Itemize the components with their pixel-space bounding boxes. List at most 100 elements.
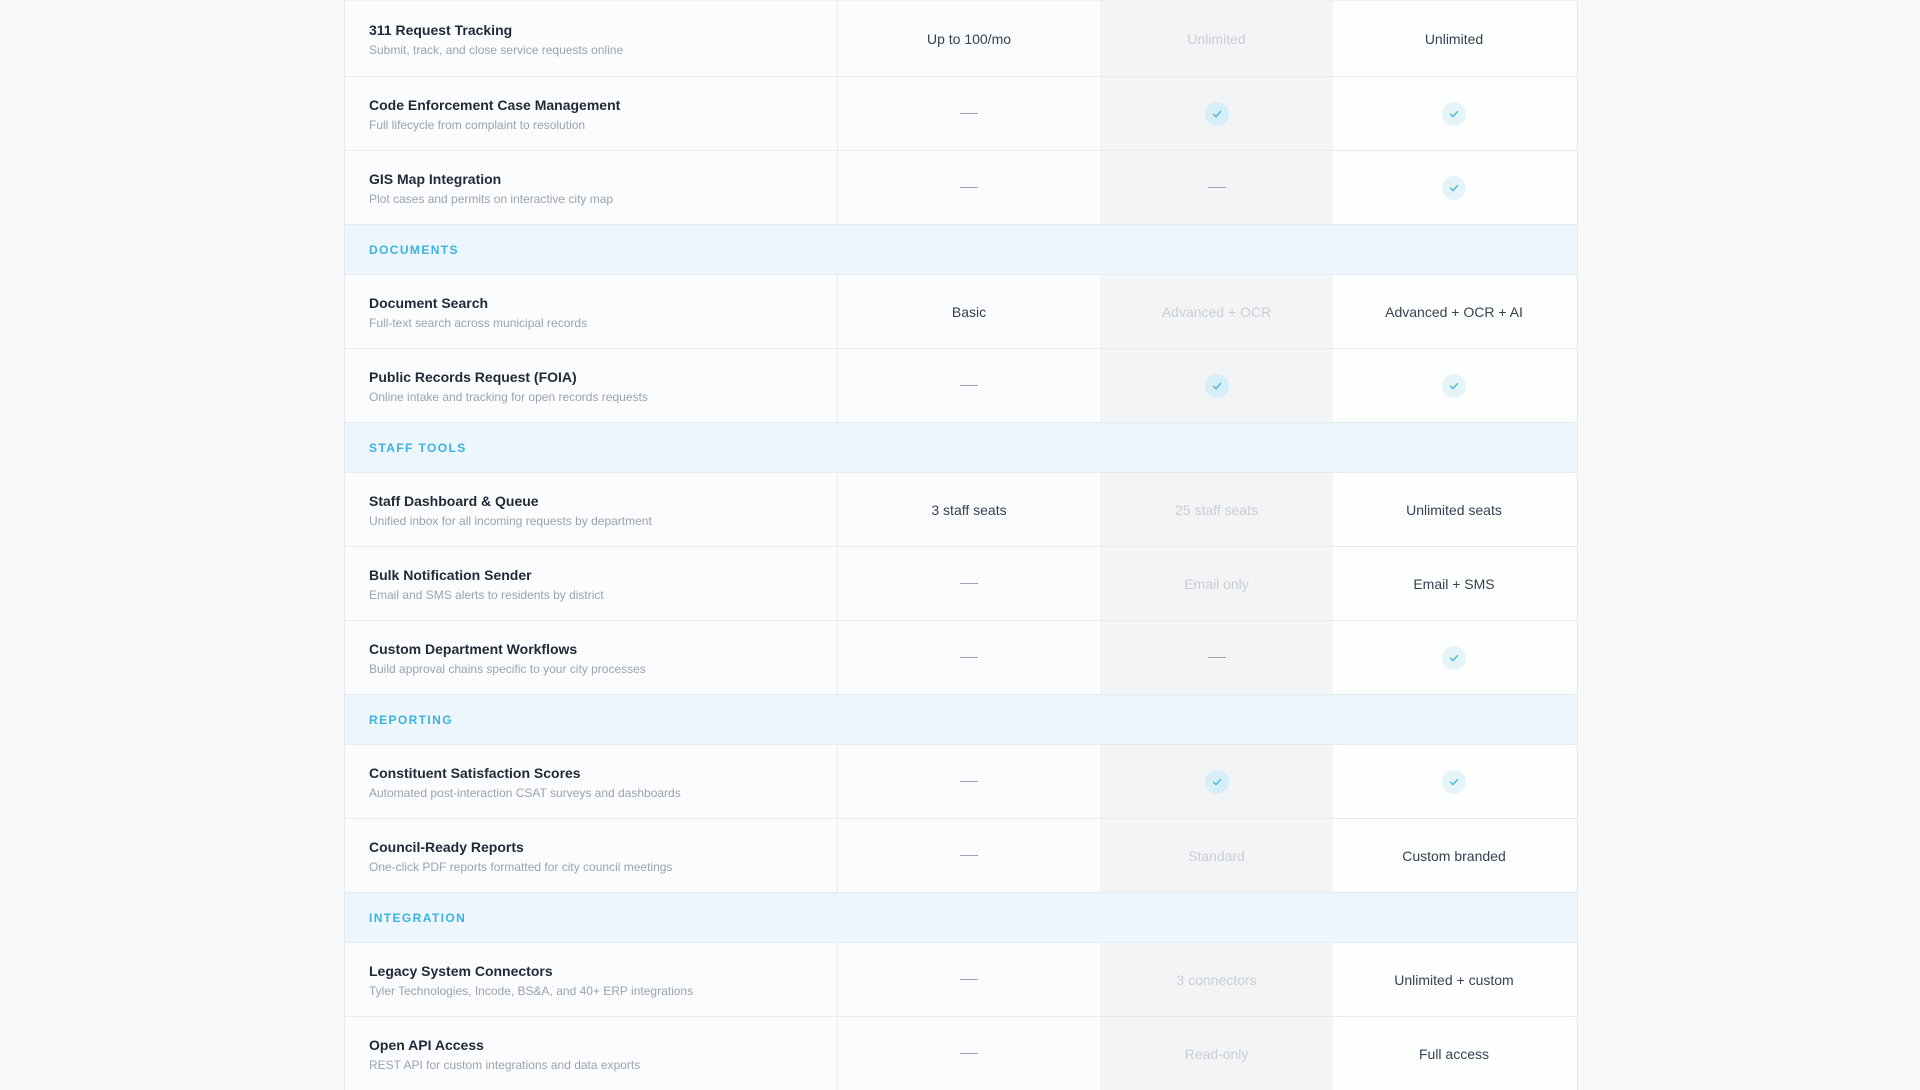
- basic-tier-cell: [838, 77, 1100, 150]
- basic-tier-cell: [838, 151, 1100, 224]
- feature-description: Submit, track, and close service request…: [369, 42, 624, 57]
- basic-tier-cell: [838, 745, 1100, 818]
- table-row: Open API Access REST API for custom integ…: [345, 1016, 1577, 1090]
- mid-tier-value: Read-only: [1184, 1045, 1249, 1062]
- feature-cell: Constituent Satisfaction Scores Automated…: [345, 745, 838, 818]
- feature-cell: Document Search Full-text search across m…: [345, 275, 838, 348]
- section-header-documents: DOCUMENTS: [345, 224, 1577, 274]
- top-tier-cell: [1333, 745, 1575, 818]
- feature-description: REST API for custom integrations and dat…: [369, 1057, 641, 1072]
- not-included-dash-icon: [1207, 187, 1226, 188]
- feature-description: Unified inbox for all incoming requests …: [369, 513, 652, 528]
- top-tier-value: Advanced + OCR + AI: [1385, 303, 1523, 320]
- mid-tier-value: Standard: [1188, 847, 1245, 864]
- check-icon: [1204, 373, 1229, 398]
- basic-tier-cell: [838, 547, 1100, 620]
- top-tier-cell: Unlimited + custom: [1333, 943, 1575, 1016]
- basic-tier-cell: [838, 1017, 1100, 1090]
- table-row: GIS Map Integration Plot cases and permit…: [345, 150, 1577, 224]
- feature-cell: Staff Dashboard & Queue Unified inbox for…: [345, 473, 838, 546]
- mid-tier-cell: 25 staff seats: [1100, 473, 1333, 546]
- basic-tier-cell: [838, 943, 1100, 1016]
- feature-description: Online intake and tracking for open reco…: [369, 389, 648, 404]
- mid-tier-cell: Standard: [1100, 819, 1333, 892]
- feature-name: 311 Request Tracking: [369, 21, 513, 38]
- mid-tier-value: 25 staff seats: [1174, 501, 1258, 518]
- top-tier-cell: [1333, 349, 1575, 422]
- basic-tier-cell: [838, 349, 1100, 422]
- check-icon: [1442, 769, 1466, 794]
- feature-cell: 311 Request Tracking Submit, track, and c…: [345, 1, 838, 76]
- check-icon: [1204, 101, 1229, 126]
- feature-description: Email and SMS alerts to residents by dis…: [369, 587, 604, 602]
- mid-tier-cell: [1100, 745, 1333, 818]
- feature-name: Public Records Request (FOIA): [369, 368, 577, 385]
- feature-description: Full lifecycle from complaint to resolut…: [369, 117, 586, 132]
- not-included-dash-icon: [960, 187, 978, 188]
- feature-name: GIS Map Integration: [369, 170, 502, 187]
- mid-tier-cell: Advanced + OCR: [1100, 275, 1333, 348]
- not-included-dash-icon: [960, 583, 978, 584]
- top-tier-value: Unlimited seats: [1406, 501, 1502, 518]
- basic-tier-cell: [838, 621, 1100, 694]
- not-included-dash-icon: [960, 781, 978, 782]
- feature-name: Legacy System Connectors: [369, 962, 553, 979]
- top-tier-cell: Unlimited: [1333, 1, 1575, 76]
- top-tier-cell: Advanced + OCR + AI: [1333, 275, 1575, 348]
- mid-tier-cell: Read-only: [1100, 1017, 1333, 1090]
- not-included-dash-icon: [960, 113, 978, 114]
- top-tier-cell: [1333, 151, 1575, 224]
- basic-tier-value: 3 staff seats: [931, 501, 1007, 518]
- feature-description: Build approval chains specific to your c…: [369, 661, 646, 676]
- table-row: Constituent Satisfaction Scores Automated…: [345, 744, 1577, 818]
- table-row: Code Enforcement Case Management Full lif…: [345, 76, 1577, 150]
- feature-description: Plot cases and permits on interactive ci…: [369, 191, 614, 206]
- mid-tier-value: 3 connectors: [1176, 971, 1257, 988]
- top-tier-cell: Unlimited seats: [1333, 473, 1575, 546]
- table-row: Custom Department Workflows Build approva…: [345, 620, 1577, 694]
- feature-name: Code Enforcement Case Management: [369, 96, 621, 113]
- basic-tier-cell: Basic: [838, 275, 1100, 348]
- feature-name: Document Search: [369, 294, 489, 311]
- table-row: Council-Ready Reports One-click PDF repor…: [345, 818, 1577, 892]
- feature-description: One-click PDF reports formatted for city…: [369, 859, 673, 874]
- basic-tier-cell: [838, 819, 1100, 892]
- mid-tier-cell: 3 connectors: [1100, 943, 1333, 1016]
- mid-tier-value: Email only: [1184, 575, 1249, 592]
- top-tier-cell: [1333, 621, 1575, 694]
- feature-cell: Custom Department Workflows Build approva…: [345, 621, 838, 694]
- feature-cell: Council-Ready Reports One-click PDF repor…: [345, 819, 838, 892]
- table-row: 311 Request Tracking Submit, track, and c…: [345, 0, 1577, 76]
- basic-tier-value: Up to 100/mo: [926, 30, 1012, 47]
- section-header-staff-tools: STAFF TOOLS: [345, 422, 1577, 472]
- feature-name: Council-Ready Reports: [369, 838, 524, 855]
- table-row: Bulk Notification Sender Email and SMS al…: [345, 546, 1577, 620]
- section-header-integration: INTEGRATION: [345, 892, 1577, 942]
- check-icon: [1442, 101, 1466, 126]
- feature-cell: Code Enforcement Case Management Full lif…: [345, 77, 838, 150]
- section-header-reporting: REPORTING: [345, 694, 1577, 744]
- not-included-dash-icon: [960, 855, 978, 856]
- table-row: Staff Dashboard & Queue Unified inbox for…: [345, 472, 1577, 546]
- basic-tier-value: Basic: [951, 303, 987, 320]
- feature-name: Constituent Satisfaction Scores: [369, 764, 581, 781]
- feature-name: Bulk Notification Sender: [369, 566, 532, 583]
- mid-tier-value: Advanced + OCR: [1161, 303, 1272, 320]
- feature-name: Staff Dashboard & Queue: [369, 492, 539, 509]
- table-row: Document Search Full-text search across m…: [345, 274, 1577, 348]
- not-included-dash-icon: [960, 385, 978, 386]
- top-tier-value: Email + SMS: [1413, 575, 1495, 592]
- mid-tier-cell: Email only: [1100, 547, 1333, 620]
- mid-tier-cell: [1100, 621, 1333, 694]
- not-included-dash-icon: [960, 1053, 978, 1054]
- not-included-dash-icon: [960, 979, 978, 980]
- basic-tier-cell: Up to 100/mo: [838, 1, 1100, 76]
- check-icon: [1442, 645, 1466, 670]
- check-icon: [1442, 175, 1466, 200]
- feature-name: Custom Department Workflows: [369, 640, 578, 657]
- check-icon: [1204, 769, 1229, 794]
- feature-cell: Bulk Notification Sender Email and SMS al…: [345, 547, 838, 620]
- feature-description: Full-text search across municipal record…: [369, 315, 588, 330]
- mid-tier-cell: [1100, 349, 1333, 422]
- feature-description: Tyler Technologies, Incode, BS&A, and 40…: [369, 983, 694, 998]
